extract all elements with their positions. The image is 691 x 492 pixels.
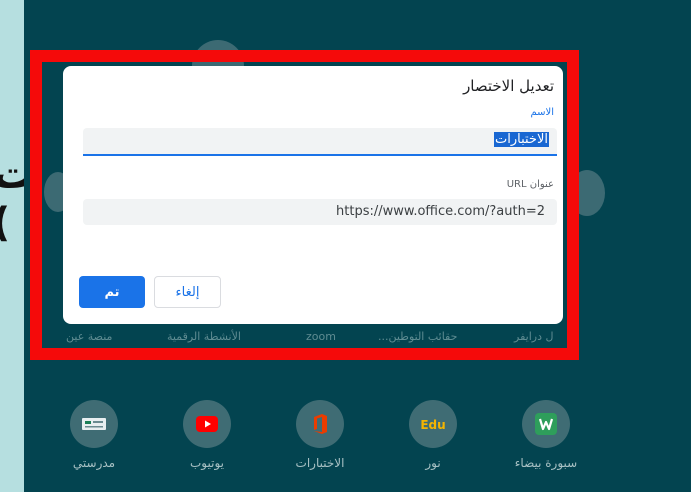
url-input-value: https://www.office.com/?auth=2 xyxy=(336,204,545,219)
shortcut-tile-madrasati[interactable]: مدرستي xyxy=(59,400,129,470)
page-background-left xyxy=(0,0,24,492)
shortcut-label-office: الاختبارات xyxy=(295,456,345,470)
madrasati-logo-icon xyxy=(70,400,118,448)
dialog-title: تعديل الاختصار xyxy=(463,77,554,95)
edu-icon: Edu xyxy=(409,400,457,448)
name-input-value: الاختبارات xyxy=(494,132,549,147)
office-icon xyxy=(296,400,344,448)
url-label: عنوان URL xyxy=(506,179,554,190)
svg-text:Edu: Edu xyxy=(420,418,445,432)
whiteboard-icon xyxy=(522,400,570,448)
youtube-icon xyxy=(183,400,231,448)
shortcut-label-noor: نور xyxy=(425,456,441,470)
edit-shortcut-dialog: تعديل الاختصار الاسم الاختبارات عنوان UR… xyxy=(63,66,563,324)
shortcut-tile-whiteboard[interactable]: سبورة بيضاء xyxy=(511,400,581,470)
shortcut-tile-noor[interactable]: Edu نور xyxy=(398,400,468,470)
shortcut-label-madrasati: مدرستي xyxy=(72,456,116,470)
shortcut-label-whiteboard: سبورة بيضاء xyxy=(514,456,578,470)
done-button[interactable]: تم xyxy=(79,276,145,308)
cancel-button[interactable]: إلغاء xyxy=(154,276,221,308)
name-label: الاسم xyxy=(530,107,554,118)
overlay-text-line2: ( xyxy=(0,200,10,246)
shortcut-tile-youtube[interactable]: يوتيوب xyxy=(172,400,242,470)
url-input[interactable]: https://www.office.com/?auth=2 xyxy=(83,199,557,225)
name-input[interactable]: الاختبارات xyxy=(83,128,557,156)
shortcut-label-youtube: يوتيوب xyxy=(190,456,224,470)
shortcut-tile-office[interactable]: الاختبارات xyxy=(285,400,355,470)
